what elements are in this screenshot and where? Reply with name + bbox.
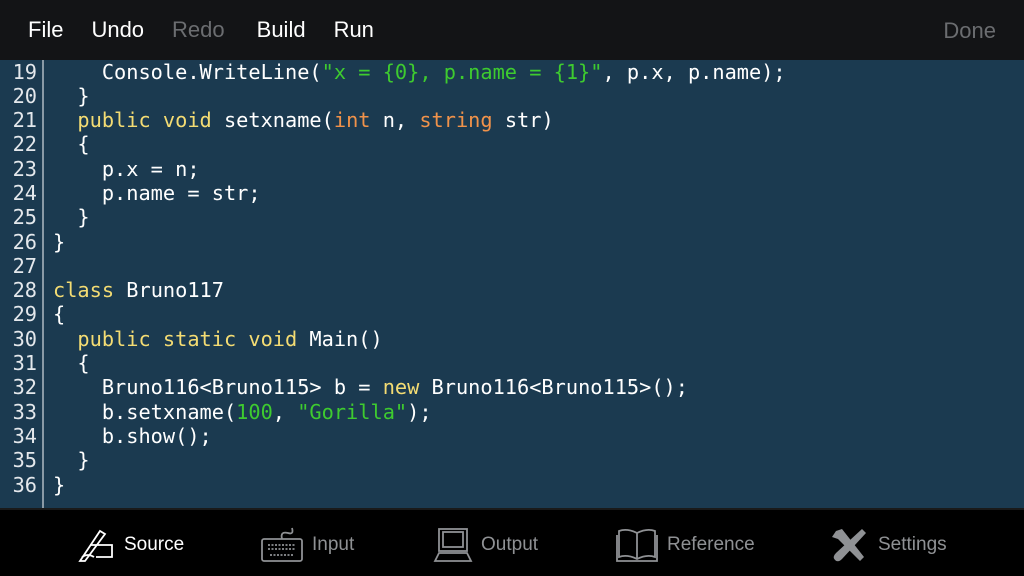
- build-button[interactable]: Build: [257, 17, 306, 43]
- tools-icon: [832, 529, 866, 562]
- line-number: 25: [12, 205, 37, 230]
- code-token: n,: [370, 108, 420, 133]
- line-number: 26: [12, 229, 37, 254]
- code-token: str): [492, 108, 554, 133]
- code-editor[interactable]: 19 20 21 22 23 24 25 26 27 28 29 30 31 32 33 34 35 36 Con…: [0, 60, 1024, 508]
- code-token: public void: [77, 108, 212, 133]
- line-number: 21: [12, 108, 37, 133]
- code-token: new: [382, 375, 420, 400]
- line-number: 33: [12, 399, 37, 424]
- code-line: {: [53, 351, 786, 375]
- code-line: p.name = str;: [53, 181, 786, 205]
- tab-settings[interactable]: Settings: [830, 527, 947, 563]
- code-token: string: [419, 108, 493, 133]
- code-line: {: [53, 302, 786, 326]
- line-number: 23: [12, 156, 37, 181]
- tab-reference[interactable]: Reference: [615, 527, 755, 563]
- line-number: 29: [12, 302, 37, 327]
- code-line: Console.WriteLine("x = {0}, p.name = {1}…: [53, 60, 786, 84]
- code-line: }: [53, 205, 786, 229]
- code-token: int: [333, 108, 371, 133]
- code-line: }: [53, 473, 786, 497]
- code-token: Bruno116<Bruno115>();: [419, 375, 688, 400]
- code-token: {: [53, 302, 66, 327]
- code-line: public void setxname(int n, string str): [53, 108, 786, 132]
- tab-source[interactable]: Source: [76, 527, 184, 563]
- code-token: public static void: [77, 326, 298, 351]
- pen-icon: [78, 529, 113, 562]
- code-token: "x = {0}, p.name = {1}": [321, 60, 603, 84]
- code-token: }: [53, 83, 90, 108]
- tab-input[interactable]: Input: [260, 527, 354, 563]
- code-line: p.x = n;: [53, 157, 786, 181]
- code-area[interactable]: Console.WriteLine("x = {0}, p.name = {1}…: [53, 60, 786, 497]
- line-number: 35: [12, 448, 37, 473]
- code-token: b.show();: [53, 423, 212, 448]
- file-menu[interactable]: File: [28, 17, 63, 43]
- code-line: b.setxname(100, "Gorilla");: [53, 400, 786, 424]
- undo-button[interactable]: Undo: [91, 17, 144, 43]
- code-line: }: [53, 84, 786, 108]
- code-token: }: [53, 472, 66, 497]
- code-token: {: [53, 132, 90, 157]
- code-token: b.setxname(: [53, 399, 237, 424]
- code-line: b.show();: [53, 424, 786, 448]
- tab-label: Reference: [667, 534, 755, 555]
- line-number: 36: [12, 472, 37, 497]
- code-line: }: [53, 230, 786, 254]
- code-token: , p.x, p.name);: [602, 60, 786, 84]
- code-token: }: [53, 205, 90, 230]
- code-token: }: [53, 448, 90, 473]
- code-token: Console.WriteLine(: [53, 60, 322, 84]
- code-token: "Gorilla": [297, 399, 408, 424]
- line-number: 20: [12, 83, 37, 108]
- run-button[interactable]: Run: [334, 17, 374, 43]
- code-token: class: [53, 278, 115, 303]
- line-number: 31: [12, 351, 37, 376]
- code-token: p.name = str;: [53, 180, 261, 205]
- code-token: }: [53, 229, 66, 254]
- tab-label: Output: [481, 534, 539, 555]
- menu-bar: File Undo Redo Build Run Done: [0, 0, 1024, 60]
- tab-label: Settings: [878, 534, 947, 555]
- redo-button[interactable]: Redo: [172, 17, 225, 43]
- done-button[interactable]: Done: [943, 18, 996, 44]
- line-number: 22: [12, 132, 37, 157]
- computer-icon: [433, 528, 473, 562]
- tab-output[interactable]: Output: [433, 527, 538, 563]
- tab-label: Source: [124, 534, 185, 555]
- book-icon: [616, 528, 658, 562]
- code-token: p.x = n;: [53, 156, 200, 181]
- code-token: Bruno117: [114, 278, 224, 303]
- code-token: {: [53, 351, 90, 376]
- code-line: }: [53, 448, 786, 472]
- line-number: 34: [12, 423, 37, 448]
- line-number: 19: [12, 60, 37, 84]
- code-line: {: [53, 132, 786, 156]
- code-token: Bruno116<Bruno115> b =: [53, 375, 383, 400]
- line-number-gutter: 19 20 21 22 23 24 25 26 27 28 29 30 31 32 33 34 35 36: [0, 60, 44, 508]
- line-number: 27: [12, 253, 37, 278]
- code-line: public static void Main(): [53, 327, 786, 351]
- code-token: 100: [236, 399, 273, 424]
- line-number: 32: [12, 375, 37, 400]
- line-number: 24: [12, 180, 37, 205]
- keyboard-icon: [261, 527, 303, 562]
- line-number: 28: [12, 278, 37, 303]
- code-token: ,: [272, 399, 298, 424]
- line-number: 30: [12, 326, 37, 351]
- code-token: );: [407, 399, 432, 424]
- bottom-tab-bar: Source Input Output Reference Settings: [0, 508, 1024, 576]
- code-line: Bruno116<Bruno115> b = new Bruno116<Brun…: [53, 375, 786, 399]
- code-line: class Bruno117: [53, 278, 786, 302]
- tab-label: Input: [312, 534, 355, 555]
- code-token: Main(): [297, 326, 383, 351]
- code-token: setxname(: [211, 108, 334, 133]
